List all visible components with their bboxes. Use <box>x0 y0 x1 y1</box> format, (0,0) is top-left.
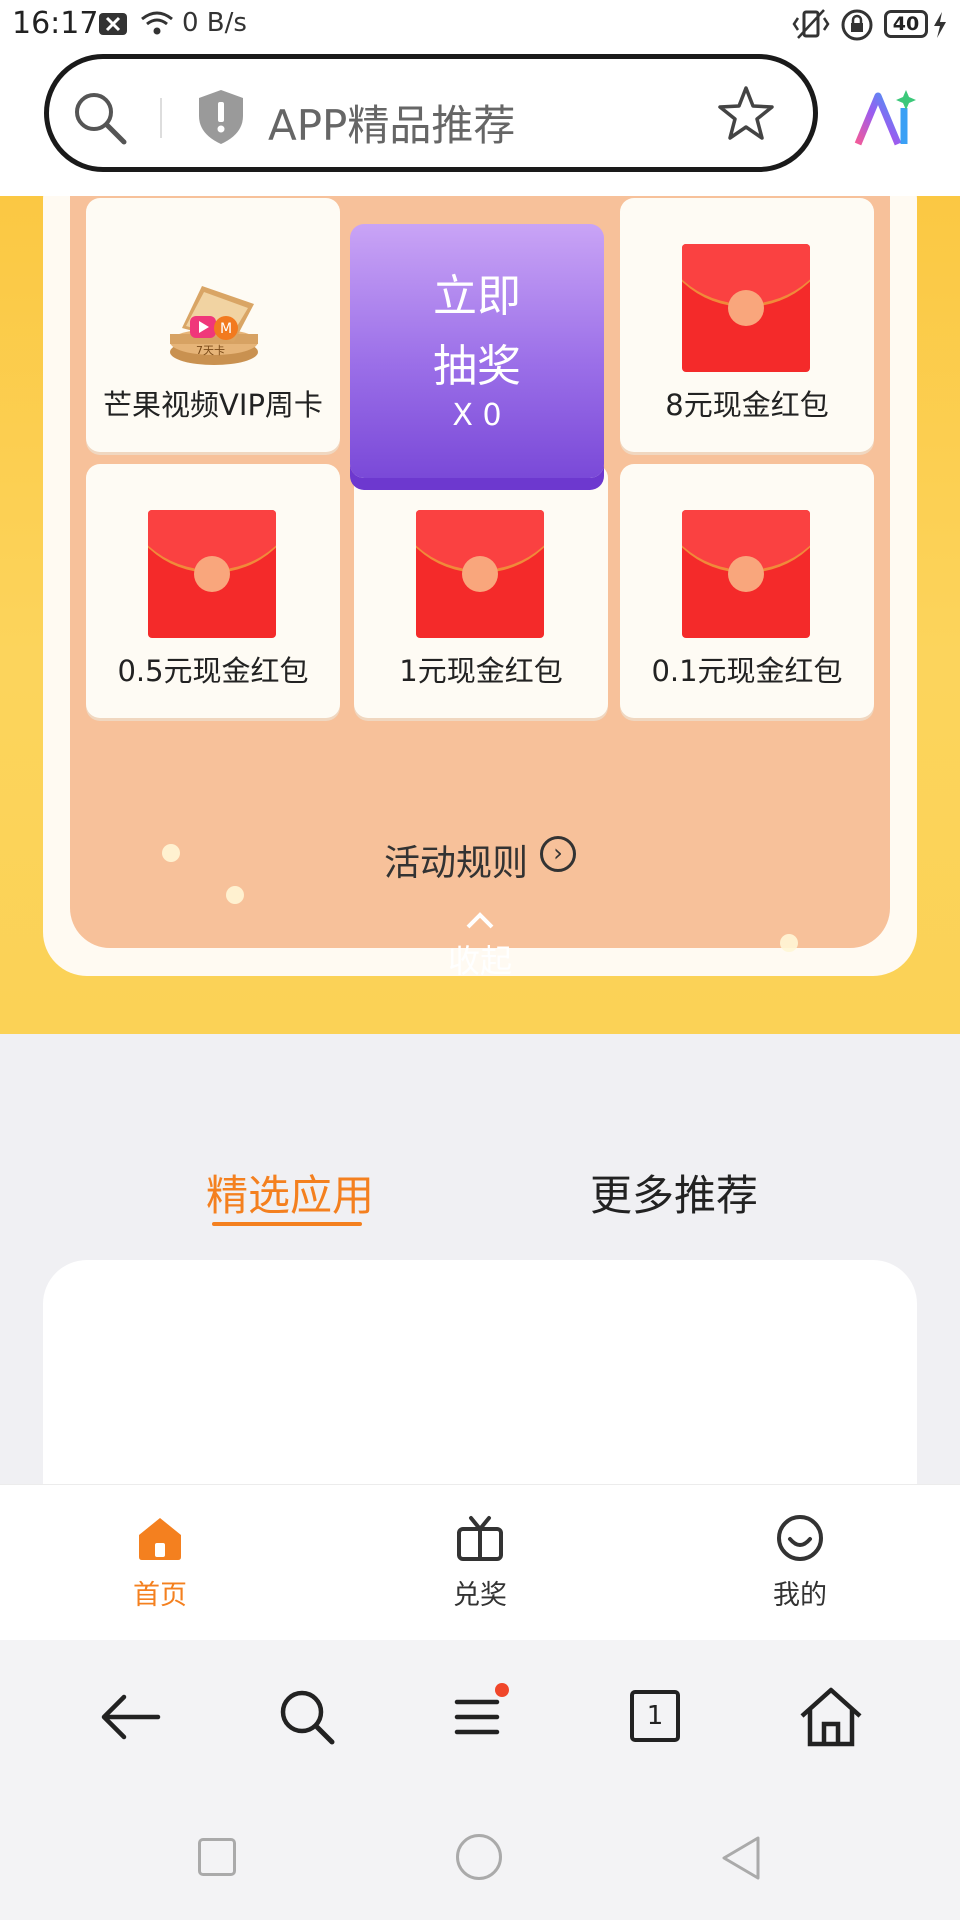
recents-square-icon[interactable] <box>198 1838 236 1876</box>
back-arrow-icon[interactable] <box>96 1682 166 1752</box>
search-icon[interactable] <box>272 1682 342 1752</box>
nav-item-home[interactable]: 首页 <box>80 1485 240 1641</box>
notification-x-icon <box>99 13 127 35</box>
vip-card-badge: 7天卡 <box>196 344 225 357</box>
page-title: APP精品推荐 <box>268 101 516 150</box>
activity-rules-link[interactable]: 活动规则 <box>384 834 528 886</box>
red-envelope-icon <box>416 510 544 638</box>
draw-button-line1: 立即 <box>433 271 521 322</box>
app-list-card <box>43 1260 917 1500</box>
draw-count: X 0 <box>452 398 502 433</box>
prize-label: 1元现金红包 <box>399 654 563 688</box>
gift-box-icon <box>457 1516 503 1561</box>
tab-featured-apps[interactable]: 精选应用 <box>206 1162 374 1223</box>
browser-toolbar: 1 <box>0 1640 960 1794</box>
home-icon <box>139 1518 181 1560</box>
lottery-cell-red-envelope: 1元现金红包 <box>354 464 608 718</box>
chevron-right-circle-icon[interactable]: › <box>540 836 576 872</box>
bookmark-star-icon[interactable] <box>716 84 776 144</box>
wifi-icon <box>141 11 173 35</box>
tab-more-recommendations[interactable]: 更多推荐 <box>590 1162 758 1223</box>
home-circle-icon[interactable] <box>456 1834 502 1880</box>
smiley-icon <box>777 1515 823 1561</box>
lottery-cell-red-envelope: 0.5元现金红包 <box>86 464 340 718</box>
svg-text:M: M <box>220 321 232 337</box>
decor-dot <box>226 886 244 904</box>
status-bar: 16:17 0 B/s 40 <box>0 0 960 52</box>
collapse-button[interactable]: 收起 <box>430 936 530 982</box>
red-envelope-icon <box>148 510 276 638</box>
app-bottom-nav: 首页 兑奖 我的 <box>0 1484 960 1641</box>
prize-label: 8元现金红包 <box>665 388 829 422</box>
tabs-icon: 1 <box>630 1690 680 1742</box>
nav-label: 兑奖 <box>453 1580 507 1611</box>
draw-lottery-button[interactable]: 立即 抽奖 X 0 <box>350 224 604 478</box>
prize-label: 0.1元现金红包 <box>651 654 843 688</box>
lottery-cell-red-envelope: 0.1元现金红包 <box>620 464 874 718</box>
prize-label: 0.5元现金红包 <box>117 654 309 688</box>
lottery-cell-vip-card: M 7天卡 芒果视频VIP周卡 <box>86 198 340 452</box>
charging-icon <box>934 12 946 38</box>
status-time: 16:17 <box>12 6 99 41</box>
tabs-button[interactable]: 1 <box>620 1682 690 1752</box>
vibrate-icon <box>792 9 830 39</box>
nav-label: 我的 <box>773 1580 827 1611</box>
battery-indicator: 40 <box>884 10 928 38</box>
nav-label: 首页 <box>133 1580 187 1611</box>
lottery-promo-section: M 7天卡 芒果视频VIP周卡 8元现金红包 0.5元现金红包 1元现金红包 0… <box>0 196 960 1034</box>
active-tab-indicator <box>212 1222 362 1226</box>
lottery-cell-red-envelope: 8元现金红包 <box>620 198 874 452</box>
home-icon[interactable] <box>796 1682 866 1752</box>
draw-button-line2: 抽奖 <box>433 341 521 392</box>
red-envelope-icon <box>682 510 810 638</box>
security-shield-icon[interactable] <box>196 88 246 146</box>
system-nav-bar <box>0 1794 960 1920</box>
ai-assistant-icon[interactable] <box>852 86 918 152</box>
nav-item-redeem[interactable]: 兑奖 <box>400 1485 560 1641</box>
decor-dot <box>162 844 180 862</box>
rotation-lock-icon <box>841 9 873 41</box>
search-icon[interactable] <box>72 90 128 146</box>
mango-video-card-icon: M 7天卡 <box>170 286 258 365</box>
network-speed: 0 B/s <box>182 8 247 38</box>
back-triangle-icon[interactable] <box>718 1834 764 1882</box>
address-divider <box>160 98 162 138</box>
red-envelope-icon <box>682 244 810 372</box>
chevron-up-icon[interactable] <box>465 910 495 930</box>
prize-label: 芒果视频VIP周卡 <box>103 388 323 422</box>
nav-item-mine[interactable]: 我的 <box>720 1485 880 1641</box>
menu-icon[interactable] <box>444 1682 514 1752</box>
decor-dot <box>780 934 798 952</box>
